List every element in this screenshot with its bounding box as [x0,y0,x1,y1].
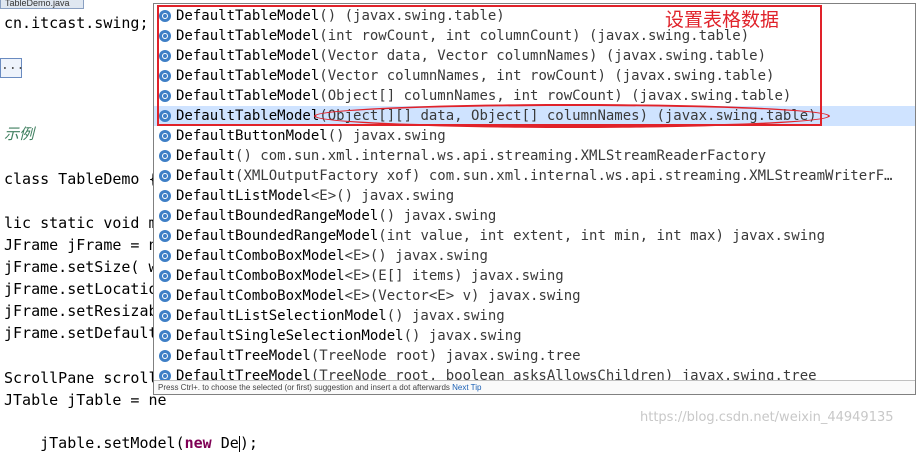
suggestion-name: DefaultTableModel [176,48,320,64]
status-text: Press Ctrl+. to choose the selected (or … [158,383,450,392]
suggestion-item[interactable]: DefaultTreeModel (TreeNode root) javax.sw… [154,346,915,366]
suggestion-name: DefaultTableModel [176,8,320,24]
suggestion-item[interactable]: DefaultTableModel (Object[][] data, Objec… [154,106,915,126]
code-line[interactable]: cn.itcast.swing; [4,13,149,33]
folded-code-marker[interactable]: ... [0,58,24,78]
suggestion-name: DefaultTableModel [176,68,320,84]
suggestion-item[interactable]: DefaultSingleSelectionModel() javax.swin… [154,326,915,346]
suggestion-name: DefaultListSelectionModel [176,308,387,324]
suggestion-name: DefaultBoundedRangeModel [176,228,379,244]
code-line-current[interactable]: jTable.setModel(new De); [4,413,258,473]
suggestion-name: DefaultSingleSelectionModel [176,328,404,344]
suggestion-item[interactable]: DefaultListSelectionModel() javax.swing [154,306,915,326]
constructor-icon [159,30,171,42]
suggestion-signature: () (javax.swing.table) [319,8,505,24]
suggestion-signature: () javax.swing [378,208,497,224]
suggestion-name: DefaultTableModel [176,108,320,124]
suggestion-signature: (Vector columnNames, int rowCount) (java… [319,68,775,84]
suggestion-item[interactable]: DefaultTableModel (int rowCount, int colu… [154,26,915,46]
constructor-icon [159,210,171,222]
code-line[interactable]: jFrame.setDefaultC [4,323,167,343]
constructor-icon [159,290,171,302]
suggestion-signature: (Object[] columnNames, int rowCount) (ja… [319,88,792,104]
constructor-icon [159,190,171,202]
suggestion-signature: <E>() javax.swing [310,188,455,204]
suggestion-item[interactable]: DefaultTableModel (Vector columnNames, in… [154,66,915,86]
code-line[interactable]: jFrame.setSize( wi [4,257,167,277]
suggestion-signature: () javax.swing [386,308,505,324]
suggestion-name: DefaultTableModel [176,88,320,104]
suggestion-item[interactable]: DefaultBoundedRangeModel() javax.swing [154,206,915,226]
constructor-icon [159,10,171,22]
suggestion-item[interactable]: DefaultButtonModel() javax.swing [154,126,915,146]
suggestion-signature: () javax.swing [403,328,522,344]
editor-tab[interactable]: TableDemo.java [0,0,84,9]
constructor-icon [159,110,171,122]
suggestion-name: DefaultTreeModel [176,348,311,364]
suggestion-item[interactable]: Default (XMLOutputFactory xof) com.sun.xm… [154,166,915,186]
suggestion-name: Default [176,148,236,164]
suggestion-signature: (Object[][] data, Object[] columnNames) … [319,108,817,124]
suggestion-name: DefaultTableModel [176,28,320,44]
constructor-icon [159,230,171,242]
constructor-icon [159,70,171,82]
constructor-icon [159,130,171,142]
constructor-icon [159,310,171,322]
suggestion-name: DefaultComboBoxModel [176,248,345,264]
popup-status-bar: Press Ctrl+. to choose the selected (or … [154,380,915,394]
suggestion-item[interactable]: DefaultComboBoxModel <E>(Vector<E> v) jav… [154,286,915,306]
constructor-icon [159,90,171,102]
suggestion-item[interactable]: DefaultComboBoxModel <E>() javax.swing [154,246,915,266]
suggestion-signature: () com.sun.xml.internal.ws.api.streaming… [235,148,767,164]
suggestion-item[interactable]: Default() com.sun.xml.internal.ws.api.st… [154,146,915,166]
suggestion-item[interactable]: DefaultComboBoxModel <E>(E[] items) javax… [154,266,915,286]
suggestion-name: DefaultBoundedRangeModel [176,208,379,224]
code-line[interactable]: JFrame jFrame = ne [4,235,167,255]
code-line[interactable]: JTable jTable = ne [4,390,167,410]
suggestion-signature: (int value, int extent, int min, int max… [378,228,826,244]
annotation-label: 设置表格数据 [665,9,780,31]
constructor-icon [159,350,171,362]
suggestion-name: Default [176,168,236,184]
suggestion-name: DefaultComboBoxModel [176,288,345,304]
watermark: https://blog.csdn.net/weixin_44949135 [640,410,894,425]
code-line[interactable]: ScrollPane scrollP [4,368,167,388]
code-line[interactable]: jFrame.setResizabl [4,301,167,321]
suggestion-item[interactable]: DefaultBoundedRangeModel (int value, int … [154,226,915,246]
suggestion-item[interactable]: DefaultListModel <E>() javax.swing [154,186,915,206]
suggestion-item[interactable]: DefaultTableModel() (javax.swing.table) [154,6,915,26]
constructor-icon [159,250,171,262]
suggestion-signature: <E>(E[] items) javax.swing [344,268,564,284]
constructor-icon [159,50,171,62]
code-line[interactable]: class TableDemo { [4,169,158,189]
suggestion-signature: <E>() javax.swing [344,248,488,264]
constructor-icon [159,170,171,182]
constructor-icon [159,330,171,342]
constructor-icon [159,270,171,282]
constructor-icon [159,150,171,162]
content-assist-popup[interactable]: DefaultTableModel() (javax.swing.table) D… [153,3,916,395]
suggestion-name: DefaultButtonModel [176,128,328,144]
suggestion-signature: (XMLOutputFactory xof) com.sun.xml.inter… [235,168,893,184]
suggestion-signature: (TreeNode root) javax.swing.tree [310,348,581,364]
code-line[interactable]: lic static void mai [4,213,176,233]
suggestion-signature: () javax.swing [327,128,446,144]
suggestion-item[interactable]: DefaultTableModel (Object[] columnNames, … [154,86,915,106]
code-line[interactable]: 示例 [4,124,34,144]
suggestion-signature: <E>(Vector<E> v) javax.swing [344,288,581,304]
suggestion-name: DefaultListModel [176,188,311,204]
suggestion-signature: (Vector data, Vector columnNames) (javax… [319,48,767,64]
next-tip-link[interactable]: Next Tip [452,383,481,392]
suggestion-item[interactable]: DefaultTableModel (Vector data, Vector co… [154,46,915,66]
code-line[interactable]: jFrame.setLocation [4,279,167,299]
suggestion-name: DefaultComboBoxModel [176,268,345,284]
